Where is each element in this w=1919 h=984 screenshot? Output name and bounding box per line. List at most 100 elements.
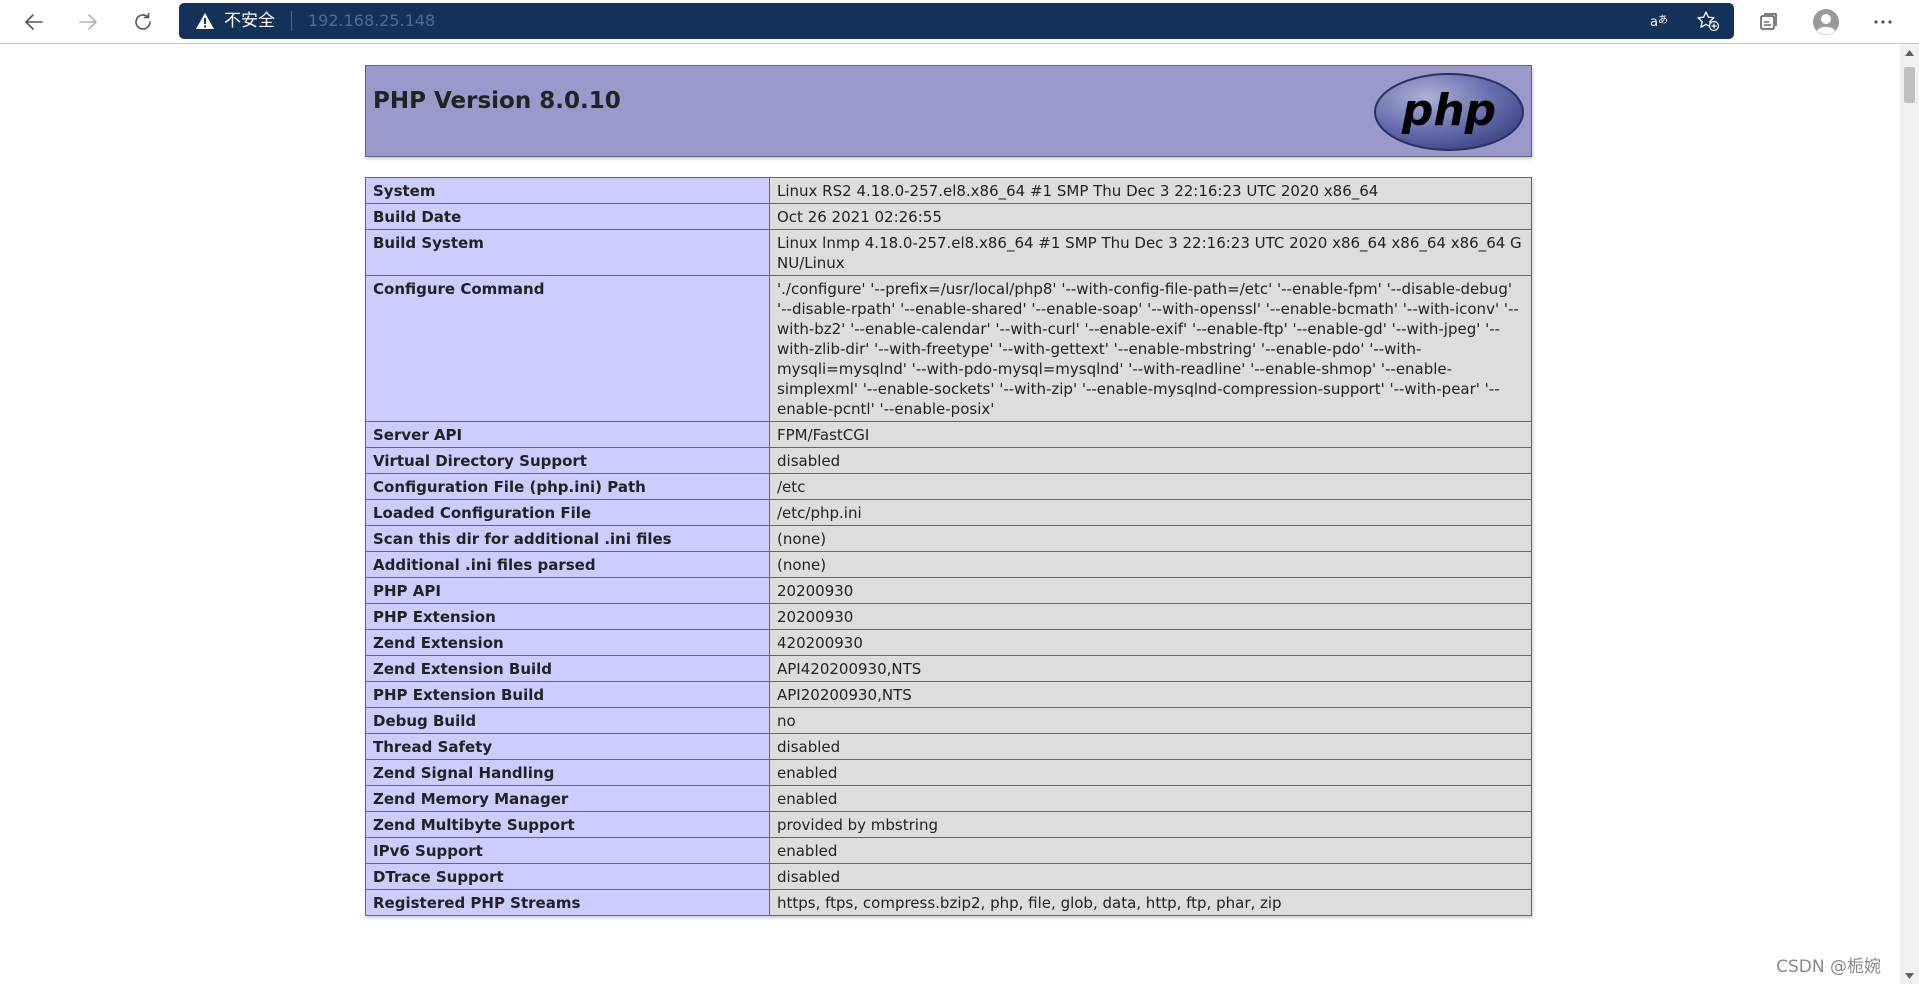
row-value: disabled — [769, 863, 1532, 890]
more-button[interactable] — [1867, 6, 1899, 38]
table-row: Configure Command './configure' '--prefix… — [365, 275, 1532, 422]
row-value: /etc/php.ini — [769, 499, 1532, 526]
scroll-up-button[interactable] — [1900, 44, 1919, 61]
table-row: Zend Extension 420200930 — [365, 629, 1532, 656]
table-row: System Linux RS2 4.18.0-257.el8.x86_64 #1… — [365, 177, 1532, 204]
table-row: PHP Extension 20200930 — [365, 603, 1532, 630]
row-value: (none) — [769, 551, 1532, 578]
table-row: Server API FPM/FastCGI — [365, 421, 1532, 448]
row-value: enabled — [769, 759, 1532, 786]
forward-button[interactable] — [72, 6, 104, 38]
php-logo: php — [1374, 73, 1524, 151]
row-key: Scan this dir for additional .ini files — [365, 525, 770, 552]
table-row: Build Date Oct 26 2021 02:26:55 — [365, 203, 1532, 230]
row-key: IPv6 Support — [365, 837, 770, 864]
address-bar[interactable]: 不安全 192.168.25.148 a あ — [179, 3, 1734, 39]
table-row: DTrace Support disabled — [365, 863, 1532, 890]
row-key: Registered PHP Streams — [365, 889, 770, 916]
vertical-scrollbar[interactable] — [1900, 44, 1919, 984]
scroll-down-button[interactable] — [1900, 967, 1919, 984]
read-aloud-button[interactable]: a あ — [1649, 10, 1673, 32]
table-row: Build System Linux lnmp 4.18.0-257.el8.x8… — [365, 229, 1532, 276]
row-value: provided by mbstring — [769, 811, 1532, 838]
row-key: Build Date — [365, 203, 770, 230]
table-row: Zend Memory Manager enabled — [365, 785, 1532, 812]
back-button[interactable] — [18, 6, 50, 38]
row-key: Thread Safety — [365, 733, 770, 760]
row-key: Virtual Directory Support — [365, 447, 770, 474]
row-value: Linux RS2 4.18.0-257.el8.x86_64 #1 SMP T… — [769, 177, 1532, 204]
svg-text:あ: あ — [1658, 14, 1668, 26]
row-key: Server API — [365, 421, 770, 448]
row-key: System — [365, 177, 770, 204]
phpinfo-content: PHP Version 8.0.10 php System Linux RS2 4… — [365, 65, 1532, 916]
row-key: Configure Command — [365, 275, 770, 422]
row-value: 20200930 — [769, 603, 1532, 630]
php-logo-text: php — [1401, 85, 1496, 136]
row-key: Debug Build — [365, 707, 770, 734]
page-title: PHP Version 8.0.10 — [373, 88, 621, 114]
warning-icon[interactable] — [195, 12, 215, 30]
table-row: IPv6 Support enabled — [365, 837, 1532, 864]
row-key: Zend Multibyte Support — [365, 811, 770, 838]
row-value: enabled — [769, 785, 1532, 812]
row-key: DTrace Support — [365, 863, 770, 890]
table-row: Zend Multibyte Support provided by mbstri… — [365, 811, 1532, 838]
row-key: PHP API — [365, 577, 770, 604]
row-value: Linux lnmp 4.18.0-257.el8.x86_64 #1 SMP … — [769, 229, 1532, 276]
profile-button[interactable] — [1810, 6, 1842, 38]
row-key: Build System — [365, 229, 770, 276]
row-key: Zend Extension Build — [365, 655, 770, 682]
page-viewport: PHP Version 8.0.10 php System Linux RS2 4… — [0, 44, 1900, 984]
row-value: enabled — [769, 837, 1532, 864]
row-value: 20200930 — [769, 577, 1532, 604]
back-arrow-icon — [25, 14, 43, 30]
refresh-button[interactable] — [127, 6, 159, 38]
row-key: PHP Extension Build — [365, 681, 770, 708]
row-value: './configure' '--prefix=/usr/local/php8'… — [769, 275, 1532, 422]
row-value: disabled — [769, 733, 1532, 760]
collections-button[interactable] — [1752, 6, 1784, 38]
row-key: Zend Signal Handling — [365, 759, 770, 786]
csdn-watermark: CSDN @栀婉 — [1776, 957, 1881, 977]
table-row: Virtual Directory Support disabled — [365, 447, 1532, 474]
row-value: no — [769, 707, 1532, 734]
triangle-down-icon — [1905, 972, 1914, 979]
table-row: Loaded Configuration File/etc/php.ini — [365, 499, 1532, 526]
add-favorite-button[interactable] — [1696, 10, 1720, 32]
row-value: Oct 26 2021 02:26:55 — [769, 203, 1532, 230]
table-row: Zend Extension Build API420200930,NTS — [365, 655, 1532, 682]
table-row: Debug Build no — [365, 707, 1532, 734]
add-favorite-icon — [1697, 11, 1720, 32]
row-value: (none) — [769, 525, 1532, 552]
browser-toolbar: 不安全 192.168.25.148 a あ — [0, 0, 1919, 44]
table-row: Additional .ini files parsed (none) — [365, 551, 1532, 578]
table-row: Scan this dir for additional .ini files(… — [365, 525, 1532, 552]
security-status[interactable]: 不安全 — [224, 10, 275, 32]
php-version-header: PHP Version 8.0.10 php — [365, 65, 1532, 157]
collections-icon — [1760, 13, 1777, 30]
scrollbar-thumb[interactable] — [1904, 67, 1915, 103]
row-value: API420200930,NTS — [769, 655, 1532, 682]
row-key: Loaded Configuration File — [365, 499, 770, 526]
triangle-up-icon — [1905, 49, 1914, 56]
info-table-body: System Linux RS2 4.18.0-257.el8.x86_64 #1… — [365, 177, 1532, 916]
table-row: PHP Extension Build API20200930,NTS — [365, 681, 1532, 708]
php-info-table: System Linux RS2 4.18.0-257.el8.x86_64 #1… — [365, 177, 1532, 916]
row-value: disabled — [769, 447, 1532, 474]
row-key: Configuration File (php.ini) Path — [365, 473, 770, 500]
row-value: https, ftps, compress.bzip2, php, file, … — [769, 889, 1532, 916]
refresh-icon — [135, 12, 151, 30]
url-text[interactable]: 192.168.25.148 — [308, 11, 435, 31]
more-icon — [1874, 20, 1892, 24]
svg-text:a: a — [1650, 15, 1658, 30]
row-value: API20200930,NTS — [769, 681, 1532, 708]
address-separator — [291, 11, 292, 31]
row-key: Additional .ini files parsed — [365, 551, 770, 578]
row-key: Zend Extension — [365, 629, 770, 656]
table-row: Configuration File (php.ini) Path/etc — [365, 473, 1532, 500]
table-row: Registered PHP Streams https, ftps, compr… — [365, 889, 1532, 916]
profile-icon — [1813, 9, 1839, 35]
row-value: /etc — [769, 473, 1532, 500]
row-key: PHP Extension — [365, 603, 770, 630]
